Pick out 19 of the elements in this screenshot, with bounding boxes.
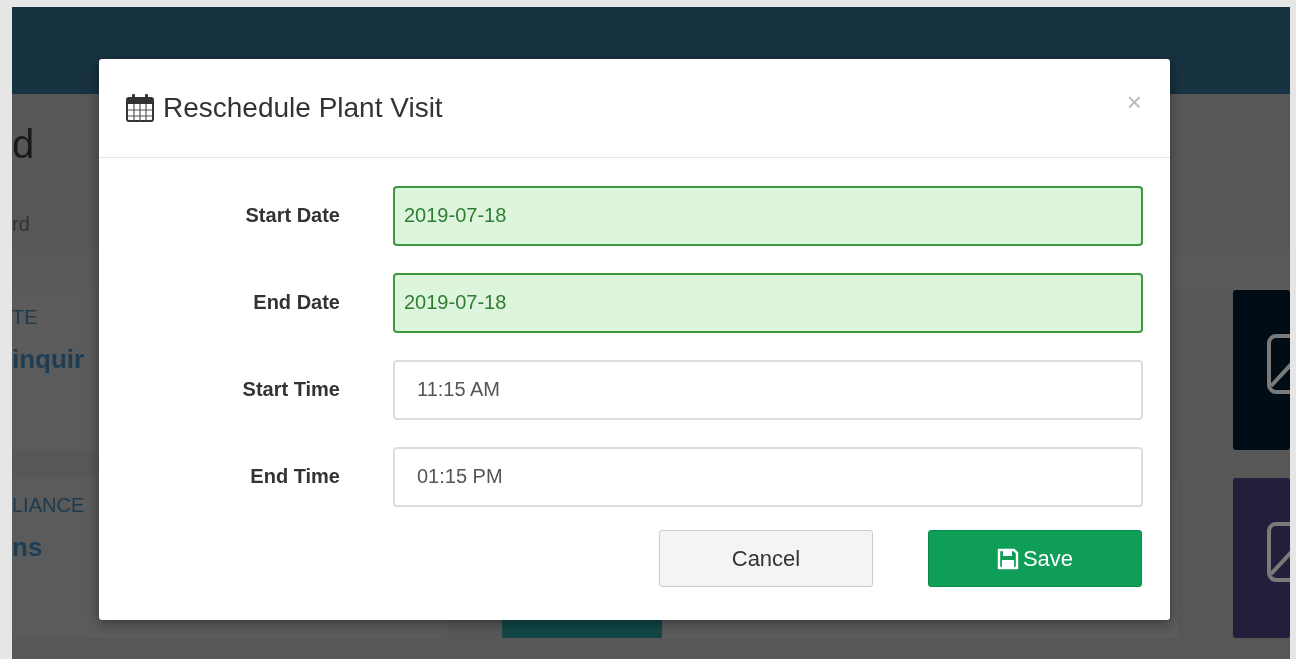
card-value: ns <box>12 532 44 563</box>
save-button[interactable]: Save <box>928 530 1142 587</box>
input-field[interactable]: 01:15 PM <box>393 446 1143 507</box>
image-placeholder-icon <box>1267 522 1290 582</box>
dialog-title: Reschedule Plant Visit <box>163 92 444 124</box>
input-field[interactable]: 2019-07-18 <box>393 272 1143 333</box>
input-field[interactable]: 2019-07-18 <box>393 185 1143 246</box>
card-value: inquir <box>12 344 86 375</box>
card-label: LIANCE <box>12 494 86 518</box>
cancel-button[interactable]: Cancel <box>659 530 873 587</box>
field-label: Start Time <box>241 378 340 401</box>
image-placeholder-icon <box>1267 334 1290 394</box>
field-label: End Date <box>252 291 340 314</box>
field-label: Start Date <box>244 204 340 227</box>
input-field[interactable]: 11:15 AM <box>393 359 1143 420</box>
field-label: End Time <box>249 465 340 488</box>
card-label: TE <box>12 306 39 330</box>
page-title: d <box>12 122 35 167</box>
calendar-icon <box>125 93 155 123</box>
